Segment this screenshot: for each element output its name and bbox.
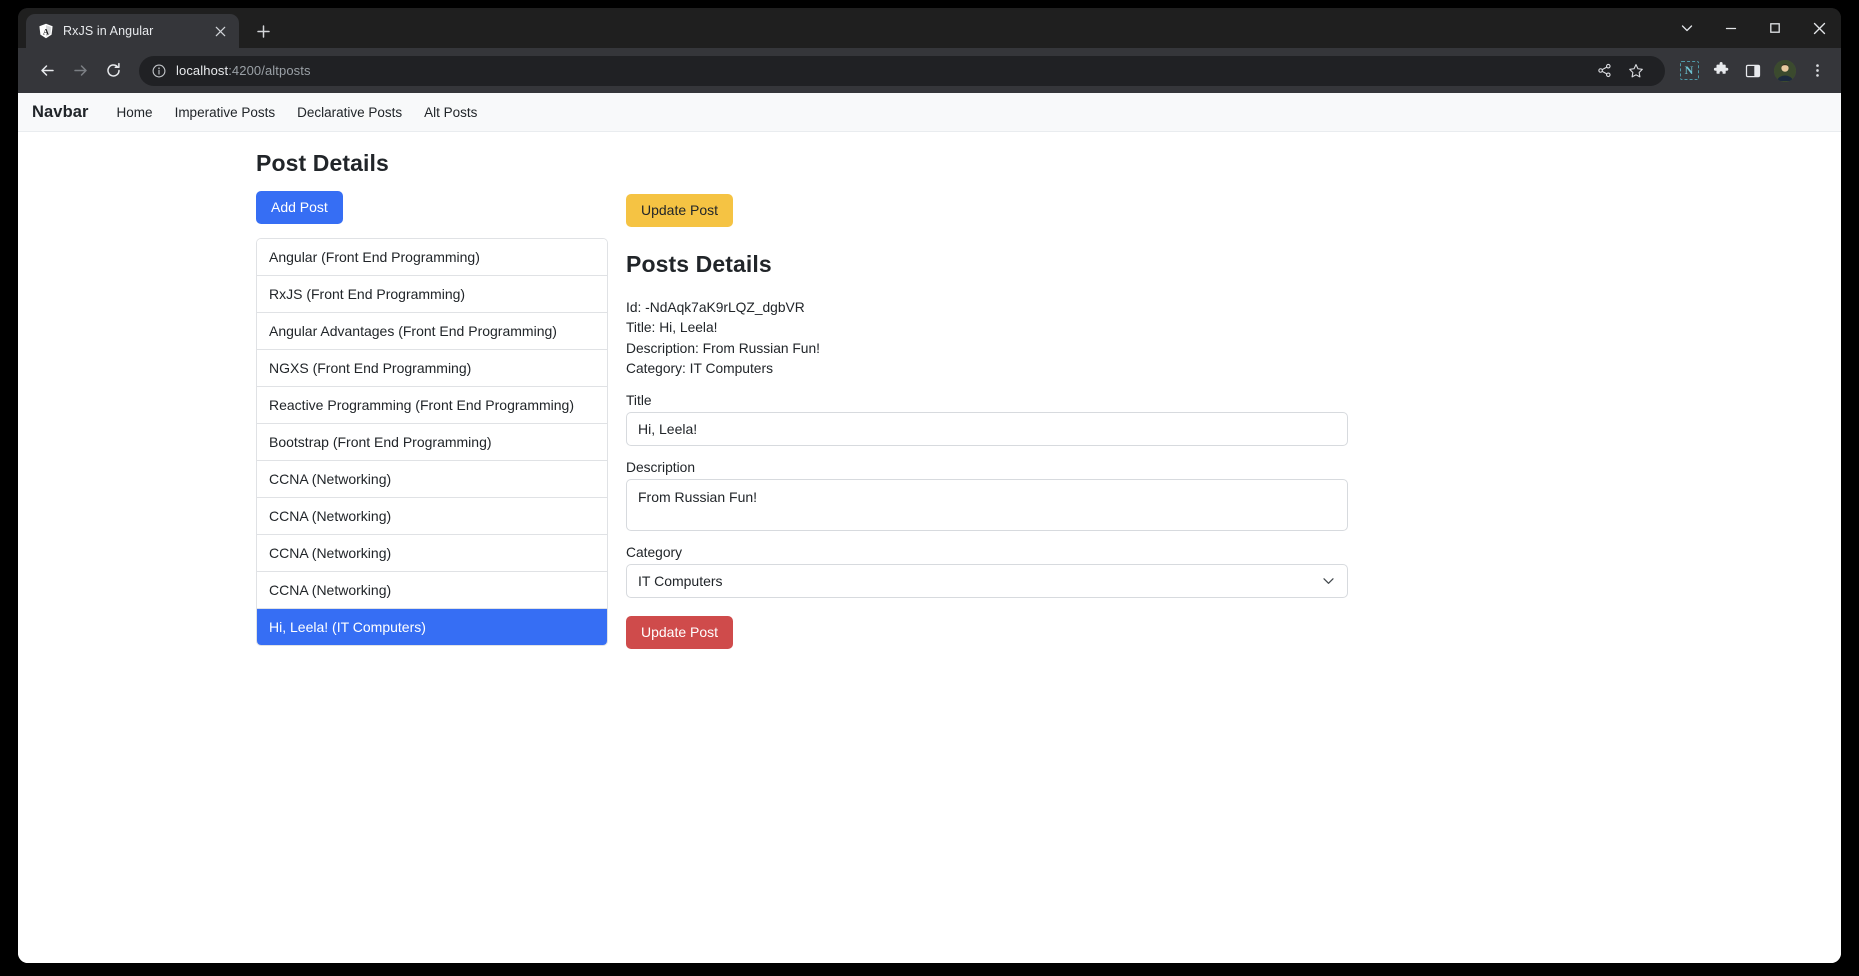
update-post-submit-button[interactable]: Update Post — [626, 616, 733, 649]
category-select[interactable]: IT Computers — [626, 564, 1348, 598]
omnibox-actions — [1589, 56, 1651, 86]
title-field-label: Title — [626, 393, 1348, 408]
category-field-label: Category — [626, 545, 1348, 560]
ngrok-extension-icon[interactable]: N — [1674, 56, 1704, 86]
close-icon[interactable] — [1797, 8, 1841, 48]
info-circle-icon[interactable] — [151, 63, 167, 79]
add-post-button[interactable]: Add Post — [256, 191, 343, 224]
browser-toolbar: localhost:4200/altposts — [18, 48, 1841, 93]
profile-avatar[interactable] — [1770, 56, 1800, 86]
list-item[interactable]: CCNA (Networking) — [257, 572, 607, 609]
new-tab-button[interactable] — [249, 17, 277, 45]
list-item[interactable]: RxJS (Front End Programming) — [257, 276, 607, 313]
navbar-brand[interactable]: Navbar — [32, 103, 89, 122]
star-icon[interactable] — [1621, 56, 1651, 86]
list-item[interactable]: Angular Advantages (Front End Programmin… — [257, 313, 607, 350]
description-textarea[interactable]: From Russian Fun! — [626, 479, 1348, 531]
chevron-down-icon[interactable] — [1665, 8, 1709, 48]
address-bar[interactable]: localhost:4200/altposts — [139, 56, 1665, 86]
list-item-selected[interactable]: Hi, Leela! (IT Computers) — [257, 609, 607, 645]
url-path: :4200/altposts — [228, 63, 310, 78]
page-title: Post Details — [256, 150, 608, 177]
app-navbar: Navbar Home Imperative Posts Declarative… — [18, 93, 1841, 132]
url-host: localhost — [176, 63, 228, 78]
page-viewport: Navbar Home Imperative Posts Declarative… — [18, 93, 1841, 963]
category-select-wrapper: IT Computers — [626, 564, 1348, 598]
posts-list-column: Post Details Add Post Angular (Front End… — [256, 150, 608, 646]
browser-tab[interactable]: A RxJS in Angular — [26, 14, 239, 48]
nav-link-imperative-posts[interactable]: Imperative Posts — [175, 105, 276, 120]
posts-details-title: Posts Details — [626, 251, 1348, 278]
page-content: Post Details Add Post Angular (Front End… — [18, 132, 1841, 963]
update-post-top-button[interactable]: Update Post — [626, 194, 733, 227]
extension-n-label: N — [1680, 61, 1699, 80]
three-dot-menu-icon[interactable] — [1802, 56, 1832, 86]
address-bar-url: localhost:4200/altposts — [176, 63, 311, 78]
list-item[interactable]: NGXS (Front End Programming) — [257, 350, 607, 387]
detail-description: Description: From Russian Fun! — [626, 339, 1348, 359]
list-item[interactable]: Reactive Programming (Front End Programm… — [257, 387, 607, 424]
extensions-puzzle-icon[interactable] — [1706, 56, 1736, 86]
maximize-icon[interactable] — [1753, 8, 1797, 48]
post-detail-column: Update Post Posts Details Id: -NdAqk7aK9… — [626, 194, 1348, 649]
tab-strip: A RxJS in Angular — [18, 8, 1841, 48]
description-field-label: Description — [626, 460, 1348, 475]
detail-id: Id: -NdAqk7aK9rLQZ_dgbVR — [626, 298, 1348, 318]
avatar — [1774, 60, 1796, 82]
nav-link-alt-posts[interactable]: Alt Posts — [424, 105, 477, 120]
svg-text:A: A — [43, 26, 50, 36]
list-item[interactable]: CCNA (Networking) — [257, 498, 607, 535]
window-controls — [1665, 8, 1841, 48]
list-item[interactable]: Bootstrap (Front End Programming) — [257, 424, 607, 461]
nav-link-declarative-posts[interactable]: Declarative Posts — [297, 105, 402, 120]
close-icon[interactable] — [212, 23, 229, 40]
share-icon[interactable] — [1589, 56, 1619, 86]
list-item[interactable]: CCNA (Networking) — [257, 461, 607, 498]
back-arrow-icon[interactable] — [32, 55, 63, 86]
tab-title: RxJS in Angular — [63, 24, 203, 38]
nav-link-home[interactable]: Home — [117, 105, 153, 120]
title-input[interactable] — [626, 412, 1348, 446]
list-item[interactable]: Angular (Front End Programming) — [257, 239, 607, 276]
detail-title: Title: Hi, Leela! — [626, 318, 1348, 338]
posts-list: Angular (Front End Programming) RxJS (Fr… — [256, 238, 608, 646]
detail-category: Category: IT Computers — [626, 359, 1348, 379]
minimize-icon[interactable] — [1709, 8, 1753, 48]
side-panel-icon[interactable] — [1738, 56, 1768, 86]
angular-shield-icon: A — [38, 23, 54, 39]
reload-icon[interactable] — [98, 55, 129, 86]
forward-arrow-icon[interactable] — [65, 55, 96, 86]
list-item[interactable]: CCNA (Networking) — [257, 535, 607, 572]
browser-window: A RxJS in Angular — [18, 8, 1841, 963]
